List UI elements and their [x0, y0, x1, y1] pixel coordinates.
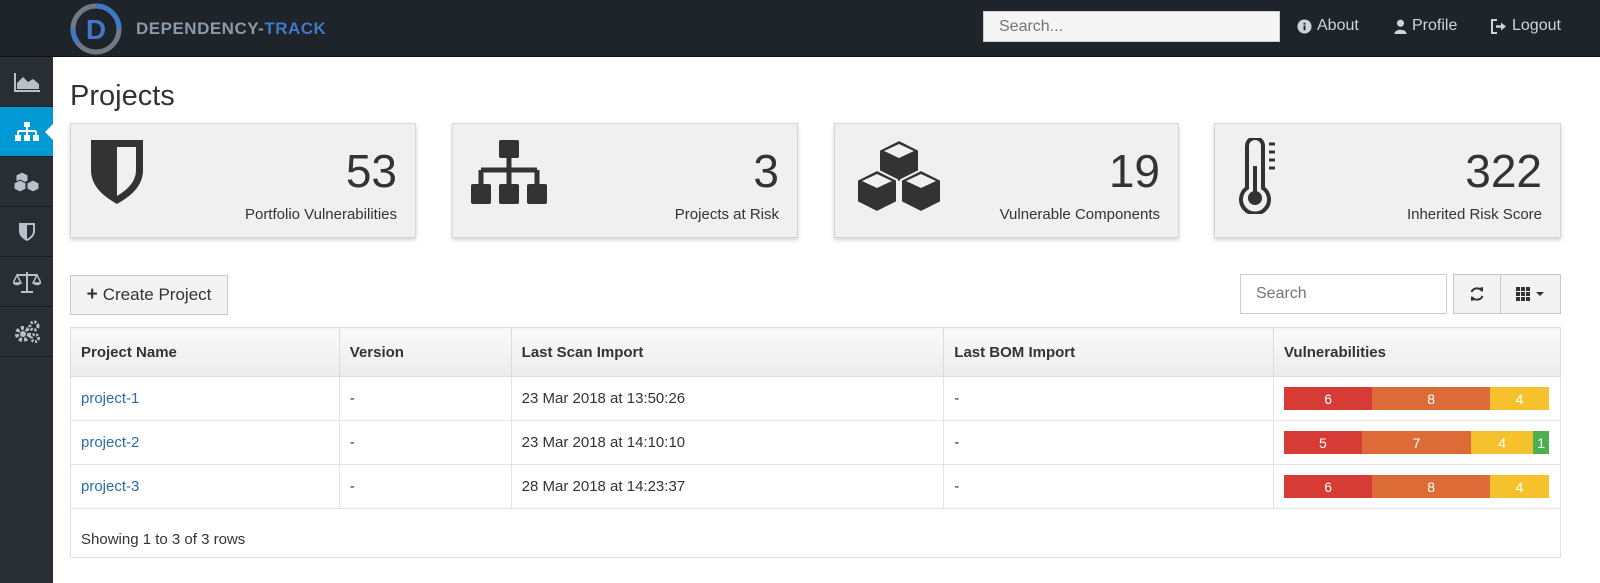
shield-icon [18, 222, 35, 241]
table-row[interactable]: project-2 - 23 Mar 2018 at 14:10:10 - 57… [70, 420, 1562, 465]
card-label: Inherited Risk Score [1406, 206, 1542, 223]
card-portfolio-vulnerabilities: 53 Portfolio Vulnerabilities [70, 123, 416, 238]
columns-toggle-button[interactable] [1500, 274, 1561, 314]
grid-icon [1515, 287, 1544, 301]
card-value: 19 [1108, 145, 1160, 197]
cubes-icon [856, 138, 942, 214]
brand-name: DEPENDENCY-TRACK [136, 19, 327, 38]
last-bom-cell: - [943, 420, 1274, 465]
card-inherited-risk-score: 322 Inherited Risk Score [1214, 123, 1561, 238]
profile-label: Profile [1412, 17, 1458, 34]
column-header-last-bom-import[interactable]: Last BOM Import [943, 327, 1274, 377]
vulnerability-segment-low: 1 [1533, 431, 1549, 454]
area-chart-icon [13, 72, 40, 92]
card-value: 3 [753, 145, 779, 197]
shield-icon [91, 140, 143, 204]
project-link[interactable]: project-3 [81, 478, 139, 495]
create-project-label: Create Project [102, 285, 212, 304]
plus-icon: + [86, 284, 98, 305]
vulnerability-segment-high: 8 [1372, 387, 1491, 410]
sidebar-item-administration[interactable] [0, 307, 53, 357]
about-label: About [1317, 17, 1359, 34]
project-name-cell: project-1 [70, 376, 340, 421]
last-scan-cell: 23 Mar 2018 at 14:10:10 [510, 420, 945, 465]
pagination-info: Showing 1 to 3 of 3 rows [70, 509, 1561, 558]
cubes-icon [13, 170, 39, 193]
global-search-input[interactable] [983, 11, 1280, 42]
version-cell: - [338, 464, 512, 509]
sidebar-item-vulnerabilities[interactable] [0, 207, 53, 257]
vulnerability-segment-critical: 5 [1283, 431, 1362, 454]
about-link[interactable]: About [1297, 17, 1359, 35]
card-projects-at-risk: 3 Projects at Risk [452, 123, 798, 238]
table-row[interactable]: project-1 - 23 Mar 2018 at 13:50:26 - 68… [70, 376, 1562, 421]
vulnerability-segment-critical: 6 [1283, 475, 1373, 498]
project-link[interactable]: project-1 [81, 390, 139, 407]
card-label: Portfolio Vulnerabilities [244, 206, 397, 223]
card-label: Vulnerable Components [999, 206, 1160, 223]
sidebar-item-dashboard[interactable] [0, 57, 53, 107]
vulnerability-segment-high: 8 [1372, 475, 1491, 498]
card-value: 53 [345, 145, 397, 197]
thermometer-icon [1239, 138, 1275, 214]
table-header-row: Project Name Version Last Scan Import La… [70, 327, 1562, 377]
project-name-cell: project-3 [70, 464, 340, 509]
version-cell: - [338, 376, 512, 421]
vulnerability-segment-medium: 4 [1490, 475, 1549, 498]
profile-link[interactable]: Profile [1394, 17, 1457, 35]
vulnerability-segment-medium: 4 [1471, 431, 1534, 454]
table-row[interactable]: project-3 - 28 Mar 2018 at 14:23:37 - 68… [70, 464, 1562, 509]
column-header-version[interactable]: Version [338, 327, 512, 377]
vulnerabilities-cell: 5741 [1272, 420, 1562, 465]
vulnerability-segment-high: 7 [1361, 431, 1472, 454]
last-bom-cell: - [943, 464, 1274, 509]
logout-label: Logout [1512, 17, 1561, 34]
refresh-icon [1470, 287, 1484, 301]
vulnerabilities-cell: 684 [1272, 464, 1562, 509]
projects-table: Project Name Version Last Scan Import La… [70, 327, 1562, 509]
create-project-button[interactable]: + Create Project [70, 275, 228, 315]
table-search-input[interactable] [1240, 274, 1447, 314]
vulnerability-bar: 684 [1283, 475, 1549, 498]
svg-text:D: D [86, 14, 106, 45]
dependency-track-logo: D [70, 3, 122, 55]
column-header-vulnerabilities[interactable]: Vulnerabilities [1272, 327, 1562, 377]
logout-link[interactable]: Logout [1491, 17, 1561, 35]
card-label: Projects at Risk [674, 206, 779, 223]
version-cell: - [338, 420, 512, 465]
vulnerabilities-cell: 684 [1272, 376, 1562, 421]
column-header-last-scan-import[interactable]: Last Scan Import [510, 327, 945, 377]
vulnerability-segment-critical: 6 [1283, 387, 1373, 410]
info-circle-icon [1297, 18, 1312, 34]
brand[interactable]: D DEPENDENCY-TRACK [70, 3, 326, 55]
sidebar-item-components[interactable] [0, 157, 53, 207]
user-icon [1394, 19, 1407, 34]
vulnerability-bar: 684 [1283, 387, 1549, 410]
column-header-project-name[interactable]: Project Name [70, 327, 340, 377]
project-link[interactable]: project-2 [81, 434, 139, 451]
sitemap-icon [471, 140, 547, 204]
sign-out-icon [1491, 18, 1506, 34]
sidebar-item-licenses[interactable] [0, 257, 53, 307]
sitemap-icon [14, 121, 39, 141]
last-bom-cell: - [943, 376, 1274, 421]
sidebar [0, 57, 53, 583]
top-navbar: D DEPENDENCY-TRACK About Profile Logout [0, 0, 1600, 57]
sidebar-item-projects[interactable] [0, 107, 53, 157]
vulnerability-segment-medium: 4 [1490, 387, 1549, 410]
gears-icon [14, 320, 40, 343]
refresh-button[interactable] [1453, 274, 1501, 314]
page-title: Projects [70, 80, 175, 112]
balance-scale-icon [12, 271, 41, 293]
last-scan-cell: 28 Mar 2018 at 14:23:37 [510, 464, 945, 509]
card-value: 322 [1465, 145, 1542, 197]
project-name-cell: project-2 [70, 420, 340, 465]
card-vulnerable-components: 19 Vulnerable Components [834, 123, 1179, 238]
last-scan-cell: 23 Mar 2018 at 13:50:26 [510, 376, 945, 421]
vulnerability-bar: 5741 [1283, 431, 1549, 454]
